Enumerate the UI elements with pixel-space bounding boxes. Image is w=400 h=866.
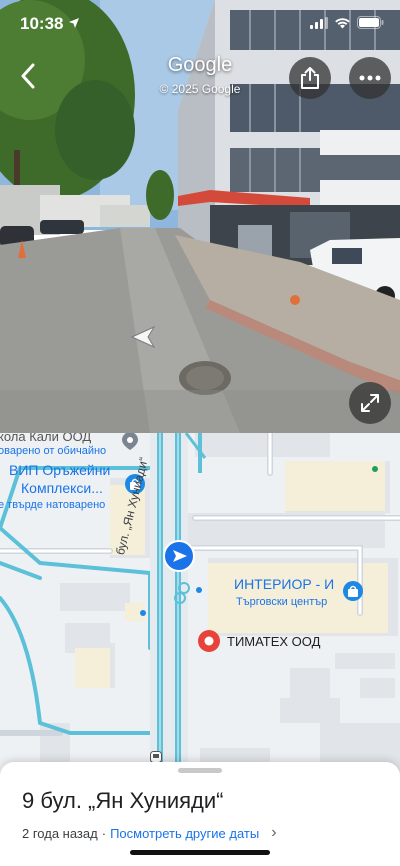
share-icon [301, 67, 319, 89]
expand-icon [361, 394, 379, 412]
more-options-button[interactable] [349, 57, 391, 99]
poi-interior-name[interactable]: ИНТЕРИОР - И [234, 576, 334, 592]
expand-button[interactable] [349, 382, 391, 424]
navigate-arrow-icon[interactable] [128, 324, 158, 355]
street-view-title: Google [167, 54, 233, 76]
street-view-header: Google © 2025 Google [0, 48, 400, 108]
share-button[interactable] [289, 57, 331, 99]
wifi-icon [334, 16, 351, 34]
status-bar: 10:38 [0, 0, 400, 48]
place-title: 9 бул. „Ян Хунияди“ [22, 788, 224, 813]
traffic-status-heavy: е твърде натоварено [0, 499, 106, 511]
status-icons [310, 16, 384, 34]
poi-vip-name[interactable]: ВИП Оръжейни [9, 462, 110, 478]
meta-separator: · [101, 825, 107, 841]
imagery-date-line: 2 года назад · Посмотреть другие даты › [22, 824, 277, 842]
street-view-panorama[interactable]: 10:38 Google © 2025 Google [0, 0, 400, 433]
poi-vip-name-line2[interactable]: Комплекси... [21, 480, 103, 496]
status-time: 10:38 [20, 14, 64, 33]
sheet-grabber[interactable] [178, 768, 222, 773]
location-arrow-icon [68, 16, 80, 34]
traffic-status-normal: оварено от обичайно [0, 445, 107, 457]
poi-interior-subtitle: Търговски център [236, 596, 328, 608]
street-view-screen: 10:38 Google © 2025 Google кола Кали ООД… [0, 0, 400, 866]
imagery-age: 2 года назад [22, 825, 98, 841]
poi-timatex-name[interactable]: ТИМАТЕХ ООД [227, 634, 320, 649]
copyright-text: © 2025 Google [159, 82, 241, 96]
home-indicator[interactable] [130, 850, 270, 855]
battery-icon [357, 16, 384, 34]
map-label-school: кола Кали ООД [0, 433, 92, 444]
cellular-signal-icon [310, 16, 328, 34]
more-horizontal-icon [359, 75, 381, 81]
chevron-right-icon[interactable]: › [271, 824, 276, 842]
see-more-dates-link[interactable]: Посмотреть другие даты [110, 826, 259, 841]
